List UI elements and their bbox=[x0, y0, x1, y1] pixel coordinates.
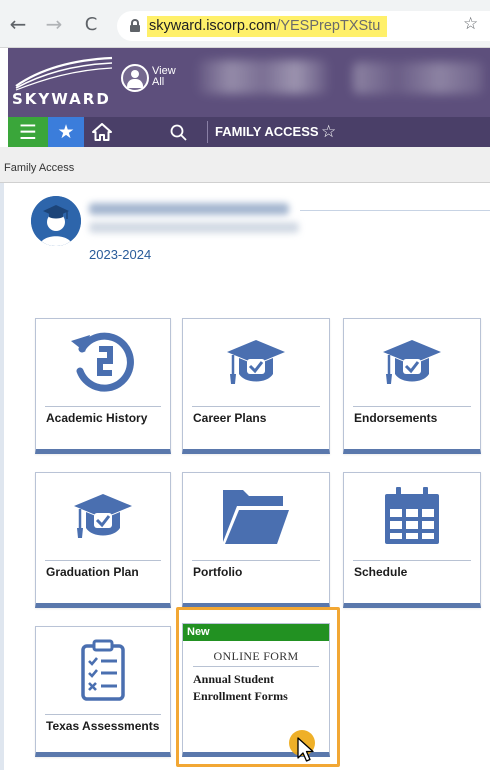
search-button[interactable] bbox=[164, 117, 192, 147]
main-nav-bar: ☰ ★ FAMILY ACCESS ☆ bbox=[8, 117, 490, 147]
form-type-label: ONLINE FORM bbox=[213, 649, 299, 663]
tile-label: Academic History bbox=[46, 411, 148, 425]
forward-icon[interactable]: → bbox=[43, 12, 65, 36]
view-all-button[interactable]: View All bbox=[121, 64, 189, 104]
tile-graduation-plan[interactable]: Graduation Plan bbox=[35, 472, 171, 608]
add-favorite-star-icon[interactable]: ☆ bbox=[321, 117, 336, 147]
tile-label: Texas Assessments bbox=[46, 719, 160, 733]
back-icon[interactable]: ← bbox=[7, 12, 29, 36]
star-icon: ★ bbox=[57, 121, 75, 143]
tile-career-plans[interactable]: Career Plans bbox=[182, 318, 330, 454]
home-icon bbox=[92, 123, 112, 141]
hamburger-icon: ☰ bbox=[19, 121, 37, 144]
search-icon bbox=[170, 124, 187, 141]
tile-texas-assessments[interactable]: Texas Assessments bbox=[35, 626, 171, 757]
breadcrumb[interactable]: Family Access bbox=[4, 162, 74, 174]
tile-academic-history[interactable]: Academic History bbox=[35, 318, 171, 454]
student-graduate-icon bbox=[31, 196, 81, 246]
page-title: FAMILY ACCESS bbox=[215, 124, 319, 139]
student-switch-icon bbox=[121, 64, 149, 92]
skyward-header: SKYWARD View All bbox=[8, 48, 490, 117]
browser-toolbar: ← → C skyward.iscorp.com/YESPrepTXStu ☆ bbox=[0, 0, 490, 48]
tile-label: Portfolio bbox=[193, 565, 243, 579]
url-text[interactable]: skyward.iscorp.com/YESPrepTXStu bbox=[147, 16, 387, 37]
home-button[interactable] bbox=[86, 117, 118, 147]
tile-label: Endorsements bbox=[354, 411, 438, 425]
checklist-clipboard-icon bbox=[81, 639, 125, 701]
tile-label: Graduation Plan bbox=[46, 565, 139, 579]
graduation-cap-check-icon bbox=[383, 340, 441, 384]
blurred-student-name[interactable] bbox=[89, 203, 289, 215]
favorites-button[interactable]: ★ bbox=[48, 117, 84, 147]
tile-label: Schedule bbox=[354, 565, 408, 579]
reload-icon[interactable]: C bbox=[80, 13, 102, 35]
student-avatar[interactable] bbox=[31, 196, 81, 246]
tile-schedule[interactable]: Schedule bbox=[343, 472, 481, 608]
history-icon bbox=[71, 332, 134, 392]
tile-label: Career Plans bbox=[193, 411, 267, 425]
lock-icon[interactable] bbox=[130, 19, 140, 32]
address-bar[interactable]: skyward.iscorp.com/YESPrepTXStu ☆ bbox=[117, 11, 490, 41]
graduation-cap-check-icon bbox=[74, 494, 132, 538]
url-host: skyward.iscorp.com bbox=[149, 18, 277, 34]
url-path: /YESPrepTXStu bbox=[276, 18, 381, 34]
blurred-student-info bbox=[89, 222, 299, 233]
calendar-icon bbox=[385, 487, 439, 544]
skyward-swoosh-icon bbox=[15, 56, 113, 91]
tile-portfolio[interactable]: Portfolio bbox=[182, 472, 330, 608]
folder-icon bbox=[223, 490, 289, 544]
bookmark-star-icon[interactable]: ☆ bbox=[463, 14, 478, 34]
mouse-pointer-icon bbox=[297, 737, 314, 762]
breadcrumb-bar: Family Access bbox=[0, 147, 490, 183]
graduation-cap-check-icon bbox=[227, 340, 285, 384]
form-description: Annual Student Enrollment Forms bbox=[193, 672, 288, 703]
blurred-student-selector[interactable] bbox=[198, 60, 328, 94]
tile-endorsements[interactable]: Endorsements bbox=[343, 318, 481, 454]
school-year: 2023-2024 bbox=[89, 247, 152, 262]
view-all-label-2: All bbox=[152, 76, 165, 88]
new-badge: New bbox=[183, 624, 329, 641]
blurred-user-menu[interactable] bbox=[353, 62, 483, 94]
skyward-logo[interactable]: SKYWARD bbox=[12, 90, 111, 108]
menu-button[interactable]: ☰ bbox=[8, 117, 48, 147]
